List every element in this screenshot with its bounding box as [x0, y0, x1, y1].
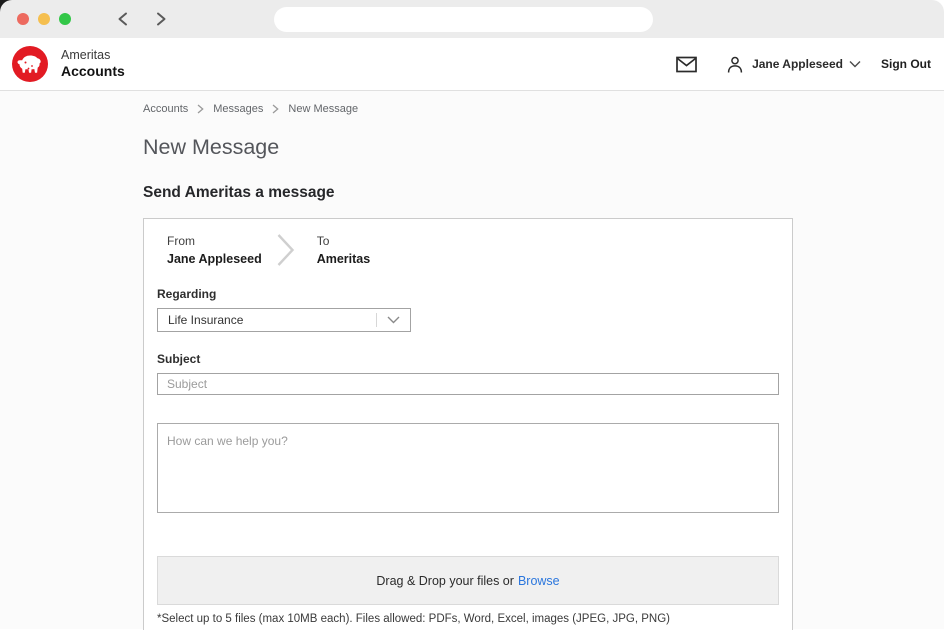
- close-button[interactable]: [17, 13, 29, 25]
- breadcrumb-accounts[interactable]: Accounts: [143, 103, 188, 115]
- file-dropzone[interactable]: Drag & Drop your files or Browse: [157, 556, 779, 605]
- subject-input[interactable]: [157, 373, 779, 395]
- regarding-select[interactable]: Life Insurance: [157, 308, 411, 332]
- brand-text: Ameritas Accounts: [61, 48, 125, 80]
- header-actions: Jane Appleseed Sign Out: [676, 55, 931, 74]
- from-label: From: [167, 234, 262, 248]
- brand-name: Ameritas: [61, 48, 125, 63]
- from-to-row: From Jane Appleseed To Ameritas: [157, 233, 779, 267]
- user-icon: [726, 55, 744, 74]
- zoom-button[interactable]: [59, 13, 71, 25]
- browser-chrome: [0, 0, 944, 38]
- dropzone-text: Drag & Drop your files or: [376, 574, 514, 588]
- sign-out-link[interactable]: Sign Out: [881, 57, 931, 71]
- chevron-left-icon: [117, 12, 128, 26]
- to-label: To: [317, 234, 371, 248]
- to-value: Ameritas: [317, 252, 371, 266]
- subject-label: Subject: [157, 352, 779, 366]
- mail-icon: [676, 56, 697, 73]
- breadcrumb-messages[interactable]: Messages: [213, 103, 263, 115]
- user-name: Jane Appleseed: [752, 57, 843, 71]
- from-block: From Jane Appleseed: [167, 234, 262, 266]
- chevron-right-icon: [197, 104, 204, 114]
- breadcrumb: Accounts Messages New Message: [143, 103, 944, 115]
- window-controls: [17, 13, 71, 25]
- ameritas-bison-logo-icon: [12, 46, 48, 82]
- section-heading: Send Ameritas a message: [143, 184, 944, 202]
- account-menu[interactable]: Jane Appleseed: [726, 55, 861, 74]
- from-value: Jane Appleseed: [167, 252, 262, 266]
- site-header: Ameritas Accounts Jane Appleseed: [0, 38, 944, 91]
- address-bar[interactable]: [274, 7, 653, 32]
- files-note: *Select up to 5 files (max 10MB each). F…: [157, 613, 779, 625]
- chevron-right-icon: [276, 233, 295, 267]
- message-form-card: From Jane Appleseed To Ameritas Regardin…: [143, 218, 793, 630]
- browser-forward-button[interactable]: [156, 12, 167, 26]
- message-textarea[interactable]: [157, 423, 779, 513]
- browser-window: Ameritas Accounts Jane Appleseed: [0, 0, 944, 630]
- regarding-label: Regarding: [157, 287, 779, 301]
- browse-link[interactable]: Browse: [518, 574, 560, 588]
- minimize-button[interactable]: [38, 13, 50, 25]
- page-title: New Message: [143, 135, 944, 160]
- brand-product: Accounts: [61, 63, 125, 80]
- chevron-right-icon: [156, 12, 167, 26]
- chevron-down-icon: [377, 316, 410, 324]
- browser-back-button[interactable]: [117, 12, 128, 26]
- messages-button[interactable]: [676, 56, 697, 73]
- main-content: Accounts Messages New Message New Messag…: [0, 91, 944, 629]
- chevron-right-icon: [272, 104, 279, 114]
- to-block: To Ameritas: [317, 234, 371, 266]
- chevron-down-icon: [849, 60, 861, 68]
- brand[interactable]: Ameritas Accounts: [12, 46, 125, 82]
- breadcrumb-current: New Message: [288, 103, 358, 115]
- regarding-selected-value: Life Insurance: [158, 313, 376, 327]
